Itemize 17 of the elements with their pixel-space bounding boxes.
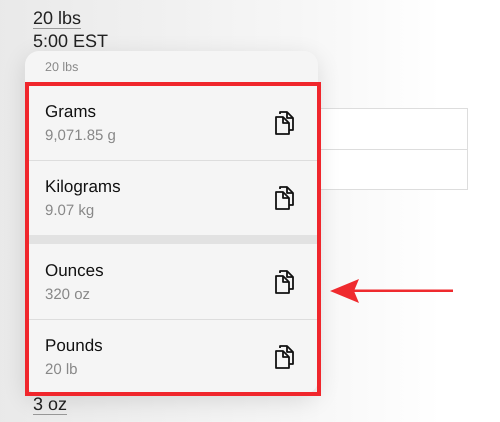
copy-icon[interactable] — [274, 268, 296, 294]
unit-value: 20 lb — [45, 361, 79, 378]
time-text: 5:00 EST — [33, 31, 108, 51]
copy-icon[interactable] — [274, 344, 296, 370]
copy-icon[interactable] — [274, 185, 296, 211]
arrow-icon — [330, 279, 453, 303]
unit-value: 320 oz — [45, 286, 92, 302]
unit-name: Kilograms — [45, 177, 121, 197]
menu-header: 20 lbs — [44, 59, 80, 76]
unit-name: Grams — [45, 102, 97, 122]
unit-name: Ounces — [45, 260, 104, 280]
unit-name: Pounds — [45, 336, 103, 356]
weight-link[interactable]: 20 lbs — [33, 8, 82, 29]
copy-icon[interactable] — [274, 110, 296, 136]
unit-value: 9.07 kg — [45, 202, 96, 219]
unit-value: 9,071.85 g — [45, 126, 116, 144]
value-link[interactable]: 3 oz — [33, 394, 68, 415]
